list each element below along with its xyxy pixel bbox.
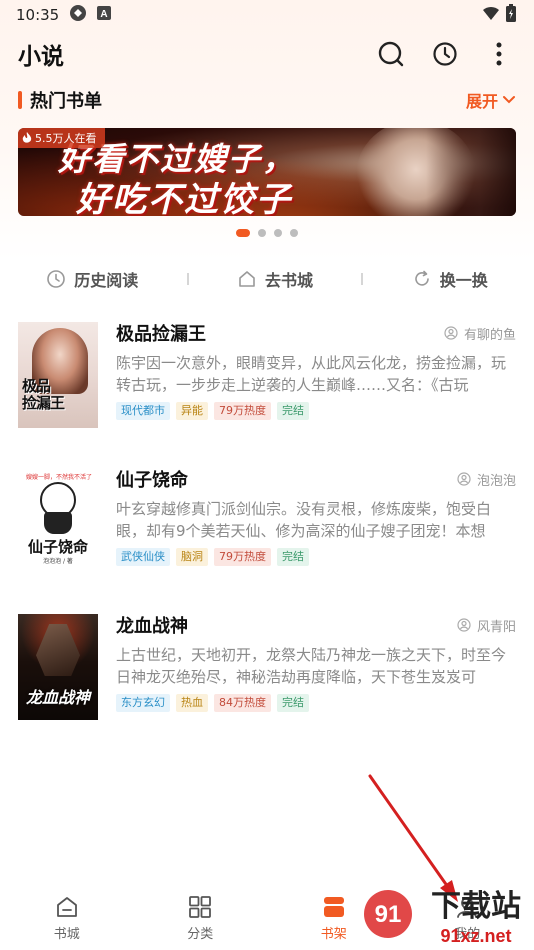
book-item[interactable]: 嫂嫂一脚，不然我不活了 仙子饶命 泡泡泡 / 著 仙子饶命 泡泡泡 叶玄穿越修真… — [18, 468, 516, 590]
book-author: 泡泡泡 — [457, 470, 516, 489]
nav-category[interactable]: 分类 — [134, 886, 268, 950]
book-cover: 极品 捡漏王 — [18, 322, 98, 428]
tag-status: 完结 — [277, 694, 309, 712]
chevron-down-icon — [503, 96, 515, 104]
carousel-dot[interactable] — [290, 229, 298, 237]
wifi-icon — [482, 5, 500, 25]
user-icon — [444, 326, 458, 340]
tag-genre: 东方玄幻 — [116, 694, 170, 712]
hot-booklist-header: 热门书单 展开 — [0, 78, 534, 122]
battery-icon — [506, 4, 516, 26]
search-icon — [378, 41, 404, 67]
carousel-dot[interactable] — [236, 229, 250, 237]
book-description: 叶玄穿越修真门派剑仙宗。没有灵根，修炼废柴，饱受白眼，却有9个美若天仙、修为高深… — [116, 500, 492, 540]
viewers-count: 5.5万人在看 — [35, 132, 97, 145]
book-title: 龙血战神 — [116, 616, 188, 637]
history-button[interactable] — [430, 39, 460, 69]
home-icon — [239, 271, 255, 287]
clock-icon — [433, 42, 457, 66]
more-vertical-icon — [496, 42, 502, 66]
user-icon — [457, 472, 471, 486]
tag-subgenre: 异能 — [176, 402, 208, 420]
nav-bookstore[interactable]: 书城 — [0, 886, 134, 950]
notification-a-icon: A — [97, 6, 112, 24]
section-accent-bar — [18, 91, 22, 109]
book-title: 仙子饶命 — [116, 470, 188, 491]
svg-text:91: 91 — [375, 901, 402, 928]
bookshelf-icon — [323, 897, 344, 917]
book-list: 极品 捡漏王 极品捡漏王 有聊的鱼 陈宇因一次意外，眼睛变异，从此风云化龙，捞金捡… — [0, 322, 534, 736]
quick-actions: 历史阅读 去书城 换一换 — [0, 250, 534, 308]
tag-genre: 武侠仙侠 — [116, 548, 170, 566]
search-button[interactable] — [376, 39, 406, 69]
bookstore-icon — [56, 897, 77, 917]
page-title: 小说 — [18, 44, 64, 70]
status-time: 10:35 — [16, 6, 60, 24]
clock-icon — [47, 270, 65, 288]
book-cover: 嫂嫂一脚，不然我不活了 仙子饶命 泡泡泡 / 著 — [18, 468, 98, 574]
carousel-indicator — [0, 218, 534, 248]
svg-text:A: A — [101, 9, 108, 20]
book-cover: 龙血战神 — [18, 614, 98, 720]
status-bar: 10:35 A — [0, 0, 534, 30]
svg-text:下载站: 下载站 — [431, 889, 521, 924]
carousel-dot[interactable] — [258, 229, 266, 237]
carousel-dot[interactable] — [274, 229, 282, 237]
expand-button[interactable]: 展开 — [466, 88, 516, 112]
tag-subgenre: 脑洞 — [176, 548, 208, 566]
history-reading-button[interactable]: 历史阅读 — [46, 267, 138, 291]
tag-popularity: 79万热度 — [214, 402, 271, 420]
section-title: 热门书单 — [30, 91, 102, 112]
more-button[interactable] — [484, 39, 514, 69]
tag-subgenre: 热血 — [176, 694, 208, 712]
expand-label: 展开 — [465, 92, 498, 111]
book-author: 风青阳 — [457, 616, 516, 635]
go-bookstore-button[interactable]: 去书城 — [237, 267, 313, 291]
book-author: 有聊的鱼 — [444, 324, 516, 343]
app-notification-icon — [69, 4, 87, 26]
tag-status: 完结 — [277, 548, 309, 566]
book-description: 陈宇因一次意外，眼睛变异，从此风云化龙，捞金捡漏，玩转古玩，一步步走上逆袭的人生… — [116, 354, 507, 394]
book-tags: 现代都市 异能 79万热度 完结 — [116, 402, 516, 420]
banner-headline-2: 好吃不过饺子 — [76, 180, 292, 216]
viewers-badge: 5.5万人在看 — [18, 128, 105, 148]
divider — [361, 273, 364, 285]
book-tags: 武侠仙侠 脑洞 79万热度 完结 — [116, 548, 516, 566]
tag-status: 完结 — [277, 402, 309, 420]
refresh-button[interactable]: 换一换 — [412, 267, 488, 291]
tag-popularity: 84万热度 — [214, 694, 271, 712]
app-bar: 小说 — [0, 30, 534, 78]
book-title: 极品捡漏王 — [116, 324, 206, 345]
book-tags: 东方玄幻 热血 84万热度 完结 — [116, 694, 516, 712]
category-icon — [189, 896, 212, 918]
site-watermark-logo: 91 下载站 91xz.net — [364, 889, 521, 946]
refresh-icon — [415, 270, 429, 286]
tag-genre: 现代都市 — [116, 402, 170, 420]
book-item[interactable]: 龙血战神 龙血战神 风青阳 上古世纪，天地初开，龙祭大陆乃神龙一族之天下，时至今… — [18, 614, 516, 736]
user-icon — [457, 618, 471, 632]
flame-icon — [22, 132, 32, 143]
book-description: 上古世纪，天地初开，龙祭大陆乃神龙一族之天下，时至今日神龙灭绝殆尽，神秘浩劫再度… — [116, 646, 507, 686]
tag-popularity: 79万热度 — [214, 548, 271, 566]
svg-text:91xz.net: 91xz.net — [440, 926, 511, 946]
promo-banner[interactable]: 好看不过嫂子， 好吃不过饺子 5.5万人在看 — [18, 128, 516, 216]
book-item[interactable]: 极品 捡漏王 极品捡漏王 有聊的鱼 陈宇因一次意外，眼睛变异，从此风云化龙，捞金捡… — [18, 322, 516, 444]
divider — [186, 273, 189, 285]
